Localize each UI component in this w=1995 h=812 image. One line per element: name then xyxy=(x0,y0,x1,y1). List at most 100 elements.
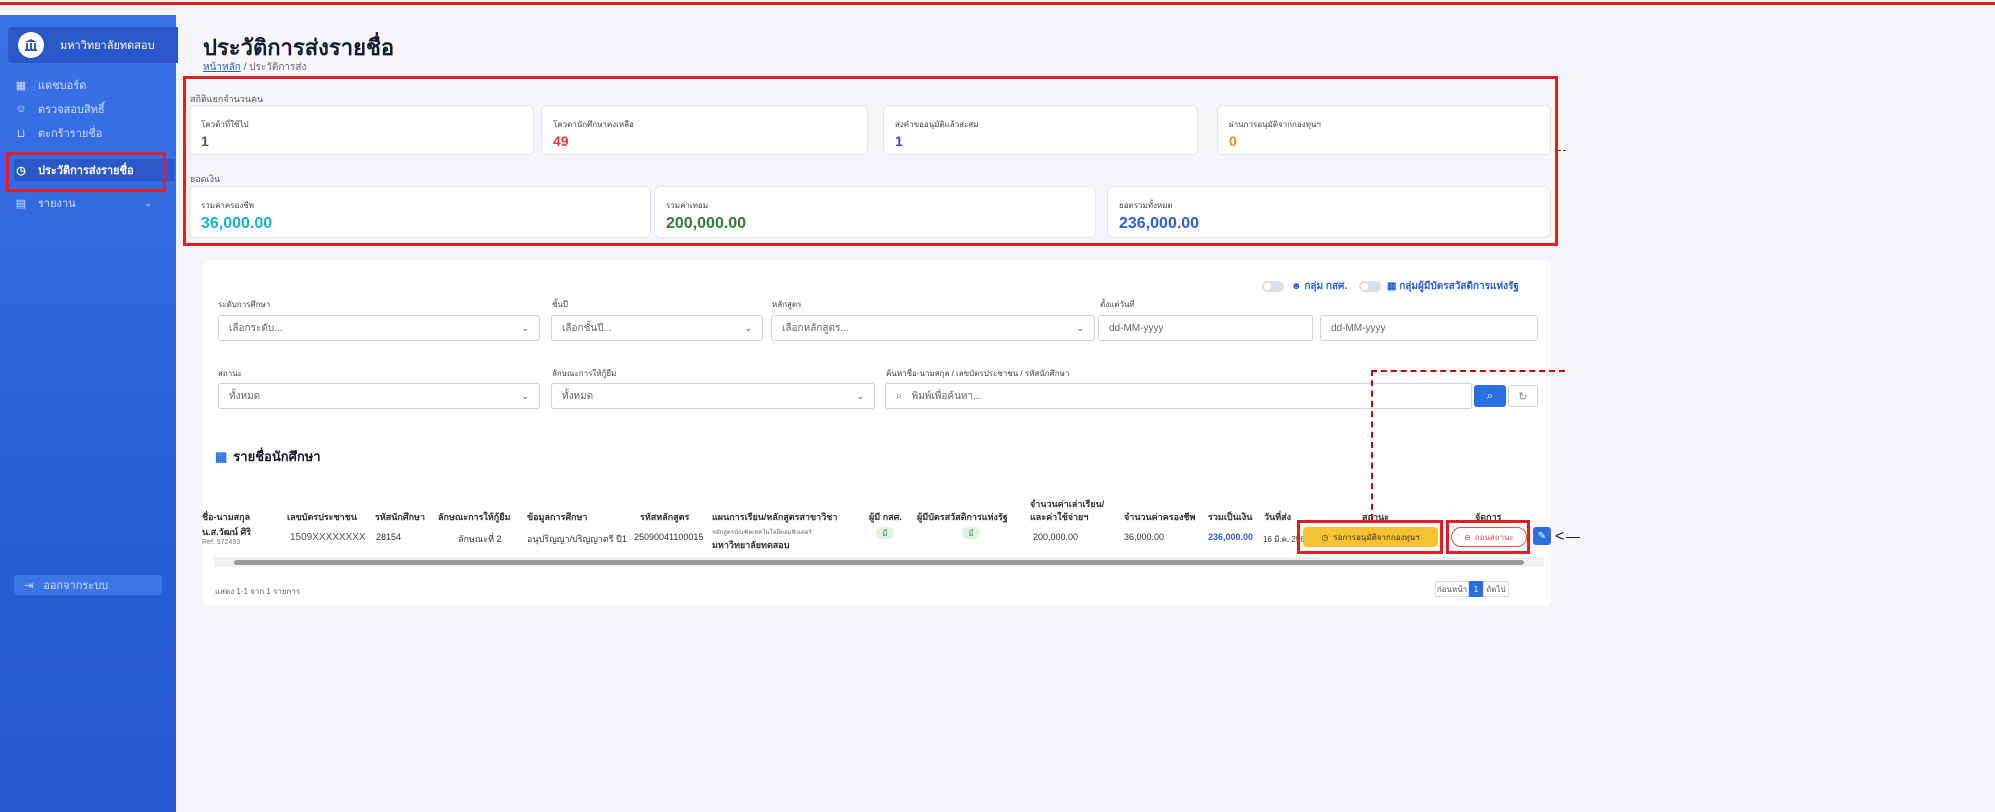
row-plan-line2: มหาวิทยาลัยทดสอบ xyxy=(712,540,790,550)
money-card-tuition: รวมค่าเทอม 200,000.00 xyxy=(654,186,1096,238)
year-placeholder: เลือกชั้นปี... xyxy=(562,322,612,334)
level-placeholder: เลือกระดับ... xyxy=(229,322,283,334)
logout-button[interactable]: ⇥ ออกจากระบบ xyxy=(14,575,162,595)
date-label: ตั้งแต่วันที่ xyxy=(1100,300,1135,309)
money-value: 200,000.00 xyxy=(666,215,747,232)
toggle-eef-label: ☻ กลุ่ม กสศ. xyxy=(1291,281,1348,292)
next-page-button[interactable]: ถัดไป xyxy=(1483,581,1509,597)
course-select[interactable]: เลือกหลักสูตร... ⌄ xyxy=(771,315,1095,341)
sidebar-item-label: รายงาน xyxy=(38,198,76,210)
money-value: 36,000.00 xyxy=(201,215,273,232)
search-placeholder: พิมพ์เพื่อค้นหา... xyxy=(911,390,982,402)
col-header-loan-type: ลักษณะการให้กู้ยืม xyxy=(438,512,511,522)
stats-people-label: สถิติแยกจำนวนคน xyxy=(190,94,264,104)
col-header-status: สถานะ xyxy=(1362,512,1389,522)
edit-button[interactable]: ✎ xyxy=(1533,527,1551,545)
scrollbar-thumb[interactable] xyxy=(234,560,1524,565)
edit-icon: ✎ xyxy=(1537,530,1547,542)
col-header-course-code: รหัสหลักสูตร xyxy=(640,512,690,522)
stat-label: โควต้าที่ใช้ไป xyxy=(201,120,249,129)
sidebar-item-check-rights[interactable]: ☺ ตรวจสอบสิทธิ์ xyxy=(14,98,174,120)
sidebar-item-history[interactable]: ◷ ประวัติการส่งรายชื่อ xyxy=(14,159,174,181)
loan-select[interactable]: ทั้งหมด ⌄ xyxy=(551,383,875,409)
stats-money-label: ยอดเงิน xyxy=(190,174,221,184)
annotation-pointer xyxy=(1558,150,1566,151)
row-ref: Ref: 972493 xyxy=(202,539,241,546)
loan-label: ลักษณะการให้กู้ยืม xyxy=(552,369,617,378)
sidebar-item-label: ตรวจสอบสิทธิ์ xyxy=(38,104,105,116)
chevron-down-icon: ⌄ xyxy=(856,390,864,401)
welfare-badge: มี xyxy=(962,527,980,539)
status-label: สถานะ xyxy=(218,369,242,378)
money-label: ยอดรวมทั้งหมด xyxy=(1119,201,1173,210)
search-button[interactable]: ⌕ xyxy=(1474,385,1506,407)
level-select[interactable]: เลือกระดับ... ⌄ xyxy=(218,315,540,341)
status-value: ทั้งหมด xyxy=(229,390,261,402)
date-to-input[interactable]: dd-MM-yyyy xyxy=(1320,315,1538,341)
reset-button[interactable]: ↻ xyxy=(1508,385,1538,407)
welfare-badge-text: มี xyxy=(968,528,974,538)
search-label: ค้นหาชื่อ-นามสกุล / เลขบัตรประชาชน / รหั… xyxy=(886,369,1070,378)
basket-icon: ⊔ xyxy=(16,127,26,140)
status-badge: ◷ รอการอนุมัติจากกองทุนฯ xyxy=(1303,527,1438,547)
brand[interactable]: มหาวิทยาลัยทดสอบ xyxy=(8,27,178,63)
level-label: ระดับการศึกษา xyxy=(218,300,271,309)
col-header-tuition-1: จำนวนค่าเล่าเรียน/ xyxy=(1030,499,1105,509)
refresh-icon: ↻ xyxy=(1518,390,1528,403)
logout-label: ออกจากระบบ xyxy=(43,580,109,592)
stat-card-quota-remaining: โควตานักศึกษาคงเหลือ 49 xyxy=(541,105,868,155)
row-id-card: 1509XXXXXXXX xyxy=(290,532,366,543)
prev-page-button[interactable]: ก่อนหน้า xyxy=(1435,581,1469,597)
col-header-student-id: รหัสนักศึกษา xyxy=(375,512,426,522)
annotation-top-line xyxy=(0,2,1995,5)
annotation-arrow: < xyxy=(1555,528,1565,545)
chevron-down-icon: ⌄ xyxy=(521,390,529,401)
sidebar-item-dashboard[interactable]: ▦ แดชบอร์ด xyxy=(14,74,174,96)
col-header-id-card: เลขบัตรประชาชน xyxy=(287,512,357,522)
toggle-welfare-text: กลุ่มผู้มีบัตรสวัสดิการแห่งรัฐ xyxy=(1399,281,1519,292)
col-header-eef: ผู้มี กสศ. xyxy=(869,512,902,522)
status-badge-text: รอการอนุมัติจากกองทุนฯ xyxy=(1333,532,1420,542)
year-label: ชั้นปี xyxy=(552,300,568,309)
horizontal-scrollbar[interactable] xyxy=(214,557,1544,567)
sidebar-item-label: ประวัติการส่งรายชื่อ xyxy=(38,165,134,177)
row-course-code: 25090041100015 xyxy=(634,532,704,542)
date-from-placeholder: dd-MM-yyyy xyxy=(1109,322,1164,334)
brand-name: มหาวิทยาลัยทดสอบ xyxy=(60,40,155,52)
breadcrumb: หน้าหลัก / ประวัติการส่ง xyxy=(203,60,306,75)
stat-label: ส่งคำขออนุมัติแล้วสะสม xyxy=(895,120,979,129)
table-title-text: รายชื่อนักศึกษา xyxy=(233,449,321,464)
toggle-eef[interactable] xyxy=(1262,281,1284,292)
sidebar-item-basket[interactable]: ⊔ ตะกร้ารายชื่อ xyxy=(14,122,174,144)
chevron-down-icon: ⌄ xyxy=(744,322,752,333)
table-icon: ▦ xyxy=(215,448,228,464)
table-footer-count: แสดง 1-1 จาก 1 รายการ xyxy=(215,587,301,596)
year-select[interactable]: เลือกชั้นปี... ⌄ xyxy=(551,315,763,341)
status-select[interactable]: ทั้งหมด ⌄ xyxy=(218,383,540,409)
date-from-input[interactable]: dd-MM-yyyy xyxy=(1098,315,1313,341)
row-plan-line1: หลักสูตรบัณฑิตเทคโนโลยีคอมพิวเตอร์ xyxy=(712,530,812,536)
col-header-education: ข้อมูลการศึกษา xyxy=(527,512,588,522)
filter-panel xyxy=(203,260,1551,448)
breadcrumb-home-link[interactable]: หน้าหลัก xyxy=(203,62,241,73)
row-loan-type: ลักษณะที่ 2 xyxy=(458,534,502,544)
sidebar-item-report[interactable]: ▤ รายงาน ⌄ xyxy=(14,192,174,214)
row-education: อนุปริญญา/ปริญญาตรี ปี1 xyxy=(527,534,627,544)
row-student-id: 28154 xyxy=(376,532,402,542)
row-tuition: 200,000.00 xyxy=(1033,532,1079,542)
chevron-down-icon: ⌄ xyxy=(521,322,529,333)
col-header-total: รวมเป็นเงิน xyxy=(1208,512,1253,522)
logout-icon: ⇥ xyxy=(24,579,34,592)
cancel-status-button[interactable]: ⊖ ถอนสถานะ xyxy=(1451,527,1527,547)
sidebar-item-label: แดชบอร์ด xyxy=(38,80,87,92)
search-input[interactable]: ⌕ พิมพ์เพื่อค้นหา... xyxy=(885,383,1472,409)
stat-value: 1 xyxy=(895,133,903,149)
money-label: รวมค่าเทอม xyxy=(666,201,708,210)
eef-badge-text: มี xyxy=(882,528,888,538)
toggle-welfare[interactable] xyxy=(1359,281,1381,292)
page-1-button[interactable]: 1 xyxy=(1469,581,1483,597)
annotation-dashed-vertical xyxy=(1371,370,1373,520)
money-value: 236,000.00 xyxy=(1119,215,1200,232)
search-icon: ⌕ xyxy=(1486,389,1494,402)
undo-icon: ⊖ xyxy=(1464,532,1471,542)
